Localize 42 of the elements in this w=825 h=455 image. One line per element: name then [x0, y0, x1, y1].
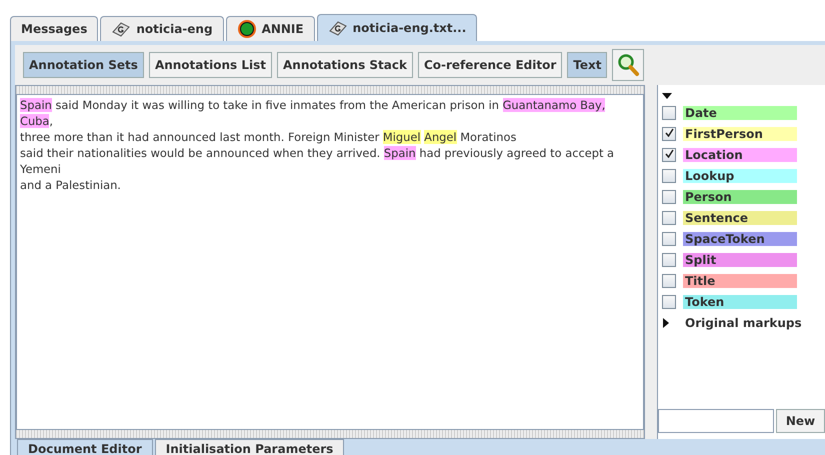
- view-toggle-button[interactable]: Annotation Sets: [23, 52, 144, 78]
- checkbox[interactable]: [662, 211, 676, 225]
- tab[interactable]: Initialisation Parameters: [154, 439, 344, 455]
- checkbox[interactable]: [662, 127, 676, 141]
- set-name-field[interactable]: [658, 409, 774, 433]
- checkbox[interactable]: [662, 106, 676, 120]
- checkbox[interactable]: [662, 190, 676, 204]
- annotation-type-label: Person: [683, 190, 797, 204]
- annotation-type-label: Lookup: [683, 169, 797, 183]
- search-button[interactable]: [612, 49, 644, 81]
- document-icon: [328, 20, 348, 36]
- tab[interactable]: Document Editor: [17, 439, 153, 455]
- document-text: Spain said Monday it was willing to take in five inmates from the American prison in Guantanamo Bay, Cuba, three more than it had announced last month. Foreign Minister Miguel Angel Moratinos said their nationalities would be announced when they arrived. Spain had previously agreed to accept a Yemeni and a Palestinian.: [16, 94, 644, 430]
- tab[interactable]: Messages: [10, 16, 98, 41]
- collapse-icon[interactable]: [662, 318, 670, 328]
- new-button[interactable]: New: [776, 409, 825, 433]
- checkbox[interactable]: [662, 274, 676, 288]
- annotation-type-label: Title: [683, 274, 797, 288]
- tab[interactable]: noticia-eng.txt...: [316, 14, 478, 41]
- checkbox[interactable]: [662, 148, 676, 162]
- checkbox[interactable]: [662, 169, 676, 183]
- expand-icon[interactable]: [662, 93, 672, 101]
- search-icon: [616, 53, 640, 77]
- annotation-type-label: Token: [683, 295, 797, 309]
- annotation-type-label: Location: [683, 148, 797, 162]
- checkbox[interactable]: [662, 295, 676, 309]
- annotation-type-label: FirstPerson: [683, 127, 797, 141]
- checkbox[interactable]: [662, 253, 676, 267]
- checkbox[interactable]: [662, 232, 676, 246]
- view-toggle-button[interactable]: Annotations Stack: [276, 52, 413, 78]
- annotation-set-label[interactable]: Original markups: [685, 316, 802, 330]
- annotation-type-label: SpaceToken: [683, 232, 797, 246]
- annotation-type-label: Split: [683, 253, 797, 267]
- app-icon: [236, 19, 257, 39]
- view-toggle-button[interactable]: Text: [567, 52, 608, 78]
- annotation-type-label: Sentence: [683, 211, 797, 225]
- document-icon: [111, 21, 132, 37]
- tab[interactable]: ANNIE: [226, 16, 315, 41]
- tab[interactable]: noticia-eng: [100, 16, 224, 41]
- view-toggle-button[interactable]: Co-reference Editor: [418, 52, 562, 78]
- view-toggle-button[interactable]: Annotations List: [148, 52, 272, 78]
- annotation-type-label: Date: [683, 106, 797, 120]
